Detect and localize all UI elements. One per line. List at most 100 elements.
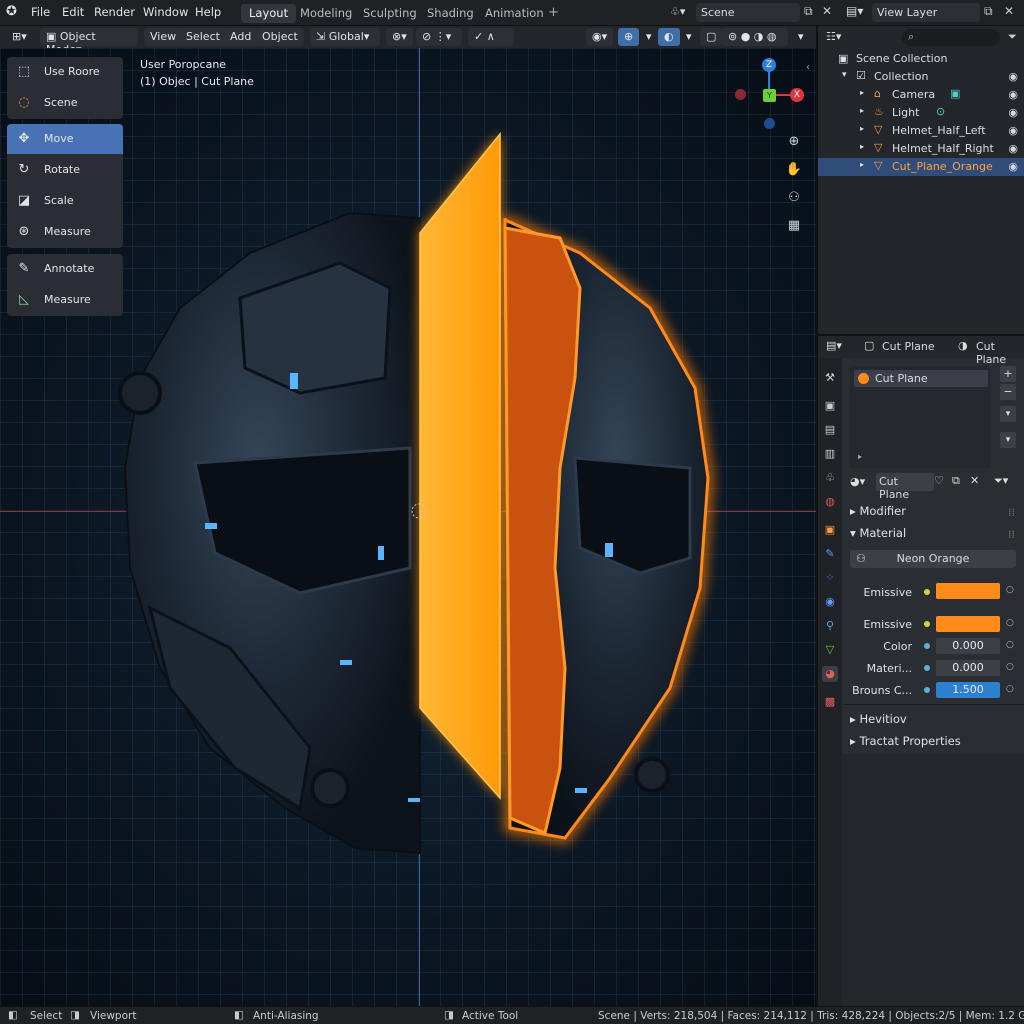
- outliner-search-input[interactable]: ⌕: [902, 29, 1000, 46]
- editor-type-button[interactable]: ⊞▾: [6, 28, 33, 46]
- ortho-grid-icon[interactable]: ▦: [784, 216, 804, 236]
- tool-scale[interactable]: ◪ Scale: [7, 186, 123, 216]
- proportional-edit-icon[interactable]: ✓ ∧: [468, 28, 514, 46]
- eye-icon[interactable]: ◉: [1008, 70, 1018, 83]
- tool-measure[interactable]: ◺ Measure: [7, 285, 123, 315]
- eye-icon[interactable]: ◉: [1008, 142, 1018, 155]
- unlink-material-icon[interactable]: ✕: [970, 474, 979, 487]
- material-slot-row[interactable]: Cut Plane: [854, 370, 988, 387]
- menu-window[interactable]: Window: [143, 5, 188, 19]
- overlays-dropdown-icon[interactable]: ▾: [680, 28, 698, 46]
- material-browse-icon[interactable]: ◕▾: [850, 475, 865, 488]
- pivot-icon[interactable]: ⊗▾: [386, 28, 413, 46]
- eye-icon[interactable]: ◉: [1008, 106, 1018, 119]
- outliner-row-helmet-right[interactable]: ▸ ▽ Helmet_Half_Right ◉: [818, 140, 1024, 158]
- slot-specials-button[interactable]: ▾: [1000, 406, 1016, 422]
- outliner-row-scene-collection[interactable]: ▣ Scene Collection: [818, 50, 1024, 68]
- outliner-display-mode-icon[interactable]: ☷▾: [826, 30, 841, 43]
- menu-add[interactable]: Add: [224, 28, 258, 46]
- tool-annotate[interactable]: ✎ Annotate: [7, 254, 123, 284]
- link-dropdown-icon[interactable]: ⏷▾: [994, 474, 1008, 488]
- outliner-row-camera[interactable]: ▸ ⌂ Camera ▣ ◉: [818, 86, 1024, 104]
- section-modifier[interactable]: ▸ Modifier: [850, 504, 906, 518]
- tool-select-box[interactable]: ⬚ Use Roore: [7, 57, 123, 87]
- render-tab-icon[interactable]: ▣: [822, 398, 838, 414]
- constraints-tab-icon[interactable]: ⚲: [822, 618, 838, 634]
- outliner-row-light[interactable]: ▸ ♨ Light ⊙ ◉: [818, 104, 1024, 122]
- fake-user-icon[interactable]: ♡: [934, 474, 944, 487]
- data-tab-icon[interactable]: ▽: [822, 642, 838, 658]
- menu-object[interactable]: Object: [256, 28, 304, 46]
- pan-hand-icon[interactable]: ✋: [784, 160, 804, 180]
- remove-view-layer-icon[interactable]: ✕: [1004, 4, 1014, 18]
- shading-modes-icon[interactable]: ⊚ ● ◑ ◍: [722, 28, 788, 46]
- expand-arrow-icon[interactable]: ▸: [860, 124, 864, 133]
- menu-edit[interactable]: Edit: [62, 5, 84, 19]
- scene-tab-icon[interactable]: ♧: [822, 470, 838, 486]
- tool-rotate[interactable]: ↻ Rotate: [7, 155, 123, 185]
- scene-selector-icon[interactable]: ♧▾: [670, 5, 685, 18]
- particles-tab-icon[interactable]: ⁘: [822, 570, 838, 586]
- physics-tab-icon[interactable]: ◉: [822, 594, 838, 610]
- tab-layout[interactable]: Layout: [241, 4, 297, 23]
- link-socket-icon[interactable]: ○: [1006, 640, 1014, 650]
- eye-icon[interactable]: ◉: [1008, 124, 1018, 137]
- gizmo-toggle-icon[interactable]: ⊕: [618, 28, 640, 46]
- sidebar-toggle-icon[interactable]: ‹: [806, 62, 810, 73]
- gizmo-y-axis[interactable]: Y: [763, 89, 776, 102]
- shader-node-button[interactable]: ⚇ Neon Orange: [850, 550, 1016, 568]
- xray-icon[interactable]: ▢: [700, 28, 723, 46]
- drag-handle-icon[interactable]: ⁞⁞: [1008, 506, 1015, 519]
- color-value-field[interactable]: 0.000: [936, 638, 1000, 654]
- outliner-row-collection[interactable]: ▾ ☑ Collection ◉: [818, 68, 1024, 86]
- link-socket-icon[interactable]: ○: [1006, 684, 1014, 694]
- blender-logo-icon[interactable]: ✪: [6, 4, 17, 19]
- eye-icon[interactable]: ◉: [1008, 160, 1018, 173]
- view-layer-tab-icon[interactable]: ▥: [822, 446, 838, 462]
- tab-shading[interactable]: Shading: [419, 4, 482, 23]
- gizmo-neg-x[interactable]: [735, 89, 746, 100]
- outliner-row-helmet-left[interactable]: ▸ ▽ Helmet_Half_Left ◉: [818, 122, 1024, 140]
- outliner-row-cut-plane[interactable]: ▸ ▽ Cut_Plane_Orange ◉: [818, 158, 1024, 176]
- link-socket-icon[interactable]: ○: [1006, 618, 1014, 628]
- overlays-icon[interactable]: ◐: [658, 28, 680, 46]
- expand-arrow-icon[interactable]: ▾: [842, 70, 847, 80]
- checkbox-icon[interactable]: ☑: [856, 69, 866, 82]
- output-tab-icon[interactable]: ▤: [822, 422, 838, 438]
- menu-render[interactable]: Render: [94, 5, 135, 19]
- section-tractat-properties[interactable]: ▸ Tractat Properties: [850, 734, 961, 748]
- visibility-icon[interactable]: ◉▾: [586, 28, 614, 46]
- tool-transform[interactable]: ⊛ Measure: [7, 217, 123, 247]
- mode-dropdown[interactable]: ▣ Object Mode▾: [40, 28, 138, 56]
- tool-move[interactable]: ✥ Move: [7, 124, 123, 154]
- material-tab-icon[interactable]: ◕: [822, 666, 838, 682]
- expand-arrow-icon[interactable]: ▸: [860, 106, 864, 115]
- copy-view-layer-icon[interactable]: ⧉: [984, 4, 993, 19]
- emissive-color-swatch-1[interactable]: [936, 583, 1000, 599]
- tab-animation[interactable]: Animation: [477, 4, 552, 23]
- scene-field[interactable]: Scene: [696, 3, 800, 22]
- brouns-value-field[interactable]: 1.500: [936, 682, 1000, 698]
- world-tab-icon[interactable]: ◍: [822, 494, 838, 510]
- filter-icon[interactable]: ⏷: [1008, 30, 1017, 44]
- drag-handle-icon[interactable]: ⁞⁞: [1008, 528, 1015, 541]
- tab-modeling[interactable]: Modeling: [292, 4, 360, 23]
- tab-sculpting[interactable]: Sculpting: [355, 4, 425, 23]
- add-workspace-icon[interactable]: +: [548, 5, 559, 20]
- menu-select[interactable]: Select: [180, 28, 226, 46]
- gizmo-z-axis[interactable]: Z: [762, 58, 776, 72]
- remove-slot-button[interactable]: −: [1000, 384, 1016, 400]
- shading-dropdown-icon[interactable]: ▾: [792, 28, 810, 46]
- 3d-viewport[interactable]: ⬚ Use Roore ◌ Scene ✥ Move ↻ Rotate ◪ Scale ⊛…: [0, 48, 816, 1006]
- expand-arrow-icon[interactable]: ▸: [860, 160, 864, 169]
- transform-orientation-dropdown[interactable]: ⇲ Global▾: [310, 28, 380, 46]
- emissive-color-swatch-2[interactable]: [936, 616, 1000, 632]
- zoom-icon[interactable]: ⊕: [784, 132, 804, 152]
- material-name-field[interactable]: Cut Plane: [876, 473, 934, 501]
- menu-help[interactable]: Help: [195, 5, 221, 19]
- material-slot-list[interactable]: Cut Plane ▸: [850, 366, 990, 468]
- snap-icon[interactable]: ⊘ ⋮▾: [416, 28, 462, 46]
- link-socket-icon[interactable]: ○: [1006, 662, 1014, 672]
- add-slot-button[interactable]: +: [1000, 366, 1016, 382]
- tool-cursor[interactable]: ◌ Scene: [7, 88, 123, 118]
